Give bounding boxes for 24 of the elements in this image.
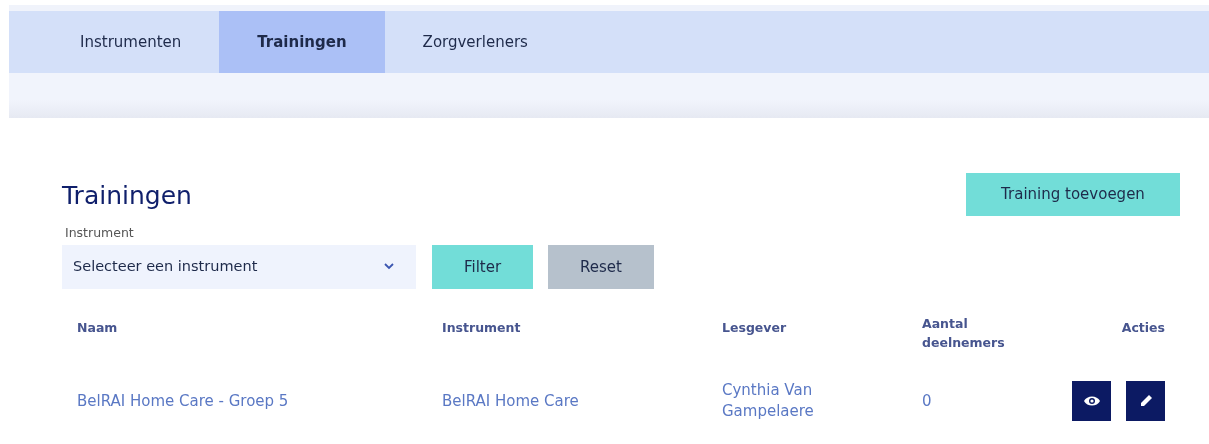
instructor-link[interactable]: Cynthia Van Gampelaere <box>722 379 852 423</box>
page-title: Trainingen <box>62 181 192 211</box>
instrument-select[interactable]: Selecteer een instrument <box>62 244 416 289</box>
view-button[interactable] <box>1072 381 1111 422</box>
instrument-link[interactable]: BelRAI Home Care <box>442 392 579 411</box>
nav-tab[interactable]: Instrumenten <box>9 11 220 73</box>
pencil-icon <box>1138 394 1153 409</box>
participant-count: 0 <box>922 392 932 411</box>
nav-tab[interactable]: Zorgverleners <box>384 11 566 73</box>
training-name-link[interactable]: BelRAI Home Care - Groep 5 <box>77 392 289 411</box>
reset-button[interactable]: Reset <box>548 244 654 289</box>
column-header: Acties <box>1121 318 1165 337</box>
filter-button[interactable]: Filter <box>432 244 533 289</box>
select-value: Selecteer een instrument <box>73 256 258 276</box>
chevron-down-icon <box>384 263 394 271</box>
column-header: Lesgever <box>722 318 787 337</box>
field-label: Instrument <box>65 224 135 242</box>
column-header: Aantal deelnemers <box>922 314 1006 352</box>
edit-button[interactable] <box>1126 381 1165 422</box>
eye-icon <box>1082 395 1101 408</box>
column-header: Naam <box>77 318 118 337</box>
nav-tab[interactable]: Trainingen <box>219 11 385 73</box>
add-training-button[interactable]: Training toevoegen <box>966 173 1180 216</box>
column-header: Instrument <box>442 318 521 337</box>
